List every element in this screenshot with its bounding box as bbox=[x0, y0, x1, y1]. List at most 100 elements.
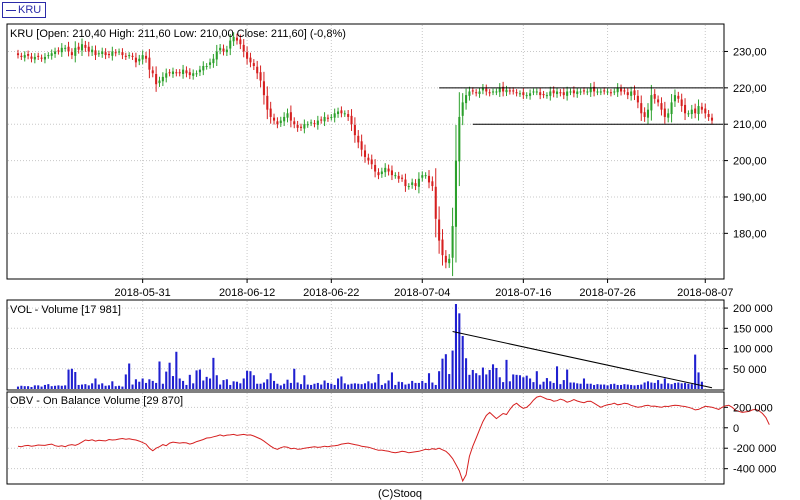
candle-body bbox=[539, 92, 542, 96]
candle-body bbox=[630, 91, 633, 96]
volume-bar bbox=[566, 369, 569, 389]
volume-bar bbox=[299, 384, 303, 389]
candle-body bbox=[148, 57, 151, 70]
candle-body bbox=[700, 106, 703, 110]
volume-bar bbox=[458, 313, 461, 389]
candle-body bbox=[576, 91, 579, 95]
volume-bar bbox=[67, 369, 70, 389]
candle-body bbox=[414, 183, 417, 187]
candle-body bbox=[657, 99, 660, 103]
candle-body bbox=[589, 87, 592, 93]
candle-body bbox=[168, 72, 171, 74]
candle-body bbox=[94, 50, 97, 56]
candle-body bbox=[60, 47, 63, 53]
price-y-tick-label: 190,00 bbox=[733, 192, 767, 204]
candle-body bbox=[552, 90, 555, 94]
obv-y-axis: -400 000 -200 000 0 200 000 bbox=[724, 402, 776, 476]
volume-bar bbox=[138, 381, 141, 389]
volume-bar bbox=[438, 371, 441, 389]
volume-bar bbox=[626, 384, 629, 389]
candle-body bbox=[343, 113, 346, 115]
candle-body bbox=[124, 55, 127, 57]
volume-bar bbox=[542, 381, 545, 389]
volume-bar bbox=[653, 382, 656, 389]
candle-body bbox=[326, 117, 329, 119]
volume-bar bbox=[522, 377, 525, 389]
volume-bar bbox=[636, 384, 639, 389]
volume-bar bbox=[559, 384, 562, 389]
volume-bar bbox=[505, 359, 508, 389]
candle-body bbox=[680, 99, 683, 107]
candle-body bbox=[101, 51, 104, 55]
volume-bar bbox=[148, 379, 151, 389]
candle-body bbox=[566, 91, 569, 96]
candle-body bbox=[350, 115, 353, 125]
candle-body bbox=[299, 126, 303, 128]
volume-bar bbox=[320, 384, 323, 389]
volume-bar bbox=[182, 380, 185, 389]
candle-body bbox=[444, 255, 447, 263]
volume-bar bbox=[357, 383, 360, 389]
volume-bar bbox=[104, 385, 107, 389]
volume-bar bbox=[643, 382, 646, 389]
candle-body bbox=[114, 52, 117, 54]
volume-bar bbox=[380, 384, 383, 389]
volume-bar bbox=[417, 382, 420, 389]
price-y-tick-label: 200,00 bbox=[733, 156, 767, 168]
price-y-axis: 180,00 190,00 200,00 210,00 220,00 230,00 bbox=[724, 46, 767, 240]
volume-bar bbox=[242, 378, 245, 389]
volume-bar bbox=[431, 382, 434, 389]
volume-bar bbox=[64, 385, 67, 389]
candle-body bbox=[104, 52, 107, 56]
volume-bar bbox=[518, 375, 522, 389]
volume-bar bbox=[545, 378, 548, 389]
volume-bar bbox=[128, 363, 131, 389]
volume-bar bbox=[613, 383, 616, 389]
volume-bar bbox=[303, 375, 306, 389]
date-tick-label: 2018-06-12 bbox=[219, 287, 275, 299]
volume-bar bbox=[118, 385, 121, 389]
volume-bar bbox=[94, 378, 97, 389]
candle-body bbox=[508, 90, 511, 92]
date-axis: 2018-05-31 2018-06-12 2018-06-22 2018-07-04… bbox=[115, 279, 733, 299]
volume-bar bbox=[582, 378, 586, 389]
volume-bar bbox=[272, 380, 276, 389]
volume-bar bbox=[367, 381, 370, 389]
candle-body bbox=[27, 54, 30, 56]
candle-body bbox=[67, 46, 70, 52]
volume-bar bbox=[427, 373, 431, 389]
candle-body bbox=[202, 66, 205, 71]
candle-body bbox=[262, 81, 265, 96]
volume-bar bbox=[246, 370, 249, 389]
candle-body bbox=[613, 91, 616, 93]
candle-body bbox=[694, 108, 697, 114]
candle-body bbox=[131, 55, 134, 57]
volume-bar bbox=[478, 375, 481, 389]
candle-body bbox=[175, 72, 178, 74]
candle-body bbox=[182, 69, 185, 75]
volume-bar bbox=[465, 358, 468, 389]
volume-bar bbox=[286, 379, 289, 389]
candle-body bbox=[609, 92, 612, 94]
volume-bar bbox=[606, 385, 609, 389]
candle-body bbox=[70, 52, 73, 56]
candle-body bbox=[434, 186, 437, 219]
candle-body bbox=[310, 122, 313, 124]
volume-bar bbox=[215, 375, 218, 389]
candle-body bbox=[535, 91, 538, 93]
volume-bar bbox=[141, 378, 144, 389]
volume-bar bbox=[296, 382, 299, 389]
candle-body bbox=[401, 177, 404, 179]
candle-body bbox=[707, 114, 710, 117]
candle-body bbox=[269, 108, 272, 117]
volume-bar bbox=[158, 361, 161, 389]
date-tick-label: 2018-07-16 bbox=[495, 287, 551, 299]
candle-body bbox=[313, 123, 316, 125]
candle-body bbox=[478, 91, 481, 95]
volume-bar bbox=[529, 378, 532, 389]
candle-body bbox=[192, 73, 195, 76]
volume-bar bbox=[589, 383, 592, 389]
volume-bar bbox=[114, 386, 117, 389]
volume-bar bbox=[673, 382, 676, 389]
candle-body bbox=[367, 157, 370, 161]
